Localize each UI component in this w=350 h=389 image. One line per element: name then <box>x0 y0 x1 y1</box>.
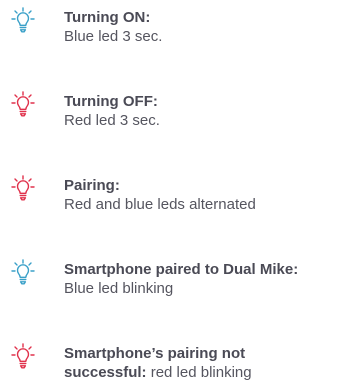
status-title: Turning ON: <box>64 9 151 26</box>
status-item-text: Pairing: Red and blue leds alternated <box>64 176 348 214</box>
lightbulb-red-icon <box>11 91 35 121</box>
status-item-text: Smartphone paired to Dual Mike: Blue led… <box>64 260 348 298</box>
status-item-text: Smartphone’s pairing not successful: red… <box>64 344 348 382</box>
status-title-cont: successful: <box>64 364 147 381</box>
status-title: Pairing: <box>64 177 120 194</box>
status-title: Smartphone’s pairing not <box>64 345 246 362</box>
status-description: red led blinking <box>146 364 252 381</box>
status-item-text: Turning ON: Blue led 3 sec. <box>64 8 348 46</box>
status-line: successful: red led blinking <box>64 364 252 381</box>
lightbulb-blue-icon <box>11 7 35 37</box>
status-description: Red and blue leds alternated <box>64 196 256 213</box>
status-title: Turning OFF: <box>64 93 158 110</box>
lightbulb-red-icon <box>11 343 35 373</box>
status-item-text: Turning OFF: Red led 3 sec. <box>64 92 348 130</box>
status-description: Blue led blinking <box>64 280 174 297</box>
lightbulb-red-icon <box>11 175 35 205</box>
status-description: Red led 3 sec. <box>64 112 160 129</box>
status-title: Smartphone paired to Dual Mike: <box>64 261 299 278</box>
status-description: Blue led 3 sec. <box>64 28 163 45</box>
lightbulb-blue-icon <box>11 259 35 289</box>
